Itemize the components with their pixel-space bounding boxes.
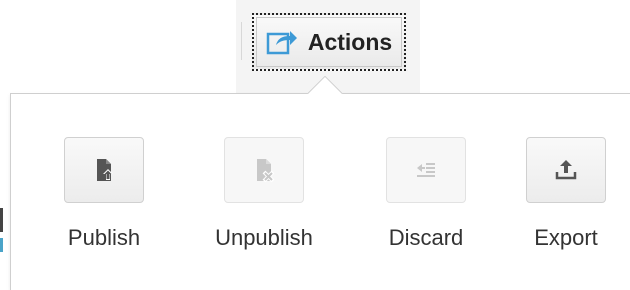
discard-label: Discard — [388, 225, 464, 250]
unpublish-button[interactable] — [224, 137, 304, 203]
discard-icon — [417, 163, 435, 177]
unpublish-action[interactable]: Unpublish — [209, 137, 319, 251]
actions-button[interactable]: Actions — [252, 13, 406, 71]
publish-button[interactable] — [64, 137, 144, 203]
unpublish-label: Unpublish — [215, 225, 313, 250]
discard-action[interactable]: Discard — [371, 137, 481, 251]
export-action[interactable]: Export — [511, 137, 621, 251]
export-icon — [555, 160, 577, 180]
export-label: Export — [534, 225, 598, 250]
export-button[interactable] — [526, 137, 606, 203]
actions-label: Actions — [307, 28, 393, 55]
share-arrow-icon — [266, 28, 298, 56]
discard-button[interactable] — [386, 137, 466, 203]
background-edge-accent — [0, 238, 3, 252]
toolbar-separator — [241, 22, 242, 60]
publish-action[interactable]: Publish — [49, 137, 159, 251]
panel-caret — [307, 76, 343, 94]
publish-label: Publish — [67, 225, 141, 250]
actions-popup-screen: Actions Publish Unpublish Discard Export — [0, 0, 630, 290]
unpublish-icon — [257, 159, 275, 183]
background-edge — [0, 208, 3, 232]
publish-icon — [97, 159, 113, 181]
